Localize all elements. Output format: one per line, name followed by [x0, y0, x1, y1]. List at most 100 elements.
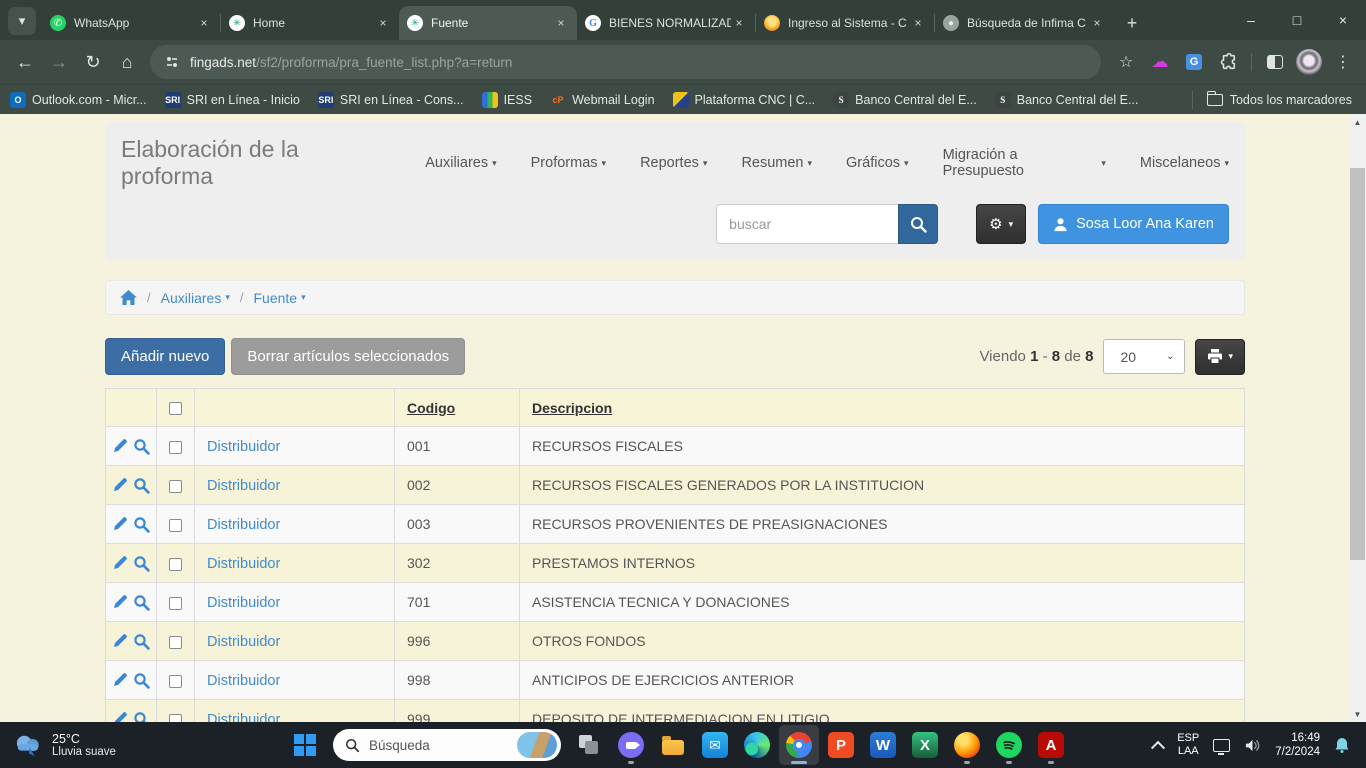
menu-migracion[interactable]: Migración a Presupuesto▾: [943, 147, 1106, 179]
settings-dropdown-button[interactable]: ⚙▾: [976, 204, 1026, 244]
distribuidor-link[interactable]: Distribuidor: [207, 595, 280, 611]
select-all-checkbox[interactable]: [169, 402, 182, 415]
edit-pencil-icon[interactable]: [112, 516, 128, 532]
notifications-bell-icon[interactable]: [1328, 725, 1356, 765]
bookmark-bce-2[interactable]: SBanco Central del E...: [995, 92, 1139, 108]
clock[interactable]: 16:497/2/2024: [1269, 725, 1326, 765]
header-descripcion[interactable]: Descripcion: [520, 389, 1245, 427]
tab-close-icon[interactable]: ×: [731, 15, 747, 31]
bookmark-outlook[interactable]: OOutlook.com - Micr...: [10, 92, 147, 108]
edit-pencil-icon[interactable]: [112, 594, 128, 610]
menu-proformas[interactable]: Proformas▾: [531, 155, 606, 171]
search-button[interactable]: [898, 204, 938, 244]
breadcrumb-auxiliares[interactable]: Auxiliares▾: [161, 290, 230, 306]
view-magnifier-icon[interactable]: [133, 516, 150, 533]
menu-miscelaneos[interactable]: Miscelaneos▾: [1140, 155, 1229, 171]
taskbar-weather-widget[interactable]: 25°C Lluvia suave: [0, 732, 240, 758]
translate-icon[interactable]: G: [1179, 47, 1209, 77]
view-magnifier-icon[interactable]: [133, 711, 150, 723]
forward-icon[interactable]: →: [42, 45, 76, 79]
row-checkbox[interactable]: [169, 519, 182, 532]
tab-close-icon[interactable]: ×: [375, 15, 391, 31]
language-indicator[interactable]: ESPLAA: [1171, 725, 1205, 765]
distribuidor-link[interactable]: Distribuidor: [207, 478, 280, 494]
excel-button[interactable]: X: [905, 725, 945, 765]
tray-chevron-up-icon[interactable]: [1147, 725, 1169, 765]
view-magnifier-icon[interactable]: [133, 477, 150, 494]
reload-icon[interactable]: ↻: [76, 45, 110, 79]
scrollbar-thumb[interactable]: [1350, 168, 1365, 560]
user-button[interactable]: Sosa Loor Ana Karen: [1038, 204, 1229, 244]
distribuidor-link[interactable]: Distribuidor: [207, 517, 280, 533]
bookmark-cnc[interactable]: Plataforma CNC | C...: [673, 92, 816, 108]
site-info-icon[interactable]: [164, 54, 180, 70]
weather-extension-icon[interactable]: ☁: [1145, 47, 1175, 77]
address-bar[interactable]: fingads.net/sf2/proforma/pra_fuente_list…: [150, 45, 1101, 79]
tab-close-icon[interactable]: ×: [553, 15, 569, 31]
add-new-button[interactable]: Añadir nuevo: [105, 338, 225, 375]
page-size-select[interactable]: 20 ⌄: [1103, 339, 1185, 374]
tab-home[interactable]: ✳ Home ×: [221, 6, 399, 40]
edit-pencil-icon[interactable]: [112, 438, 128, 454]
distribuidor-link[interactable]: Distribuidor: [207, 673, 280, 689]
view-magnifier-icon[interactable]: [133, 555, 150, 572]
distribuidor-link[interactable]: Distribuidor: [207, 439, 280, 455]
chat-app-button[interactable]: [611, 725, 651, 765]
row-checkbox[interactable]: [169, 558, 182, 571]
file-explorer-button[interactable]: [653, 725, 693, 765]
tab-busqueda[interactable]: ● Búsqueda de Infima C ×: [935, 6, 1113, 40]
bookmark-sri-inicio[interactable]: SRISRI en Línea - Inicio: [165, 92, 300, 108]
back-icon[interactable]: ←: [8, 45, 42, 79]
bookmark-sri-consultas[interactable]: SRISRI en Línea - Cons...: [318, 92, 464, 108]
profile-avatar[interactable]: [1294, 47, 1324, 77]
extensions-puzzle-icon[interactable]: [1213, 47, 1243, 77]
scroll-up-icon[interactable]: ▲: [1349, 114, 1366, 130]
pdf-xchange-button[interactable]: P: [821, 725, 861, 765]
side-panel-icon[interactable]: [1260, 47, 1290, 77]
bookmark-bce-1[interactable]: SBanco Central del E...: [833, 92, 977, 108]
view-magnifier-icon[interactable]: [133, 594, 150, 611]
edge-button[interactable]: [737, 725, 777, 765]
tab-search-button[interactable]: ▾: [8, 7, 36, 35]
task-view-button[interactable]: [569, 725, 609, 765]
tab-close-icon[interactable]: ×: [196, 15, 212, 31]
menu-reportes[interactable]: Reportes▾: [640, 155, 707, 171]
browser-menu-kebab-icon[interactable]: ⋮: [1328, 47, 1358, 77]
menu-resumen[interactable]: Resumen▾: [741, 155, 812, 171]
mail-app-button[interactable]: ✉: [695, 725, 735, 765]
bookmark-webmail[interactable]: cPWebmail Login: [550, 92, 654, 108]
view-magnifier-icon[interactable]: [133, 633, 150, 650]
home-icon[interactable]: [120, 290, 137, 305]
network-icon[interactable]: [1207, 725, 1236, 765]
spotify-button[interactable]: [989, 725, 1029, 765]
edit-pencil-icon[interactable]: [112, 711, 128, 722]
distribuidor-link[interactable]: Distribuidor: [207, 556, 280, 572]
home-icon[interactable]: ⌂: [110, 45, 144, 79]
tab-ingreso[interactable]: Ingreso al Sistema - C ×: [756, 6, 934, 40]
print-dropdown-button[interactable]: ▾: [1195, 339, 1245, 375]
row-checkbox[interactable]: [169, 675, 182, 688]
page-scrollbar[interactable]: ▲ ▼: [1349, 114, 1366, 722]
start-button[interactable]: [285, 725, 325, 765]
tab-close-icon[interactable]: ×: [1089, 15, 1105, 31]
row-checkbox[interactable]: [169, 480, 182, 493]
edit-pencil-icon[interactable]: [112, 555, 128, 571]
edit-pencil-icon[interactable]: [112, 477, 128, 493]
delete-selected-button[interactable]: Borrar artículos seleccionados: [231, 338, 465, 375]
acrobat-button[interactable]: A: [1031, 725, 1071, 765]
maximize-button[interactable]: □: [1274, 0, 1320, 40]
minimize-button[interactable]: –: [1228, 0, 1274, 40]
tab-close-icon[interactable]: ×: [910, 15, 926, 31]
taskbar-search[interactable]: Búsqueda: [333, 729, 561, 761]
search-input[interactable]: [716, 204, 898, 244]
menu-graficos[interactable]: Gráficos▾: [846, 155, 909, 171]
close-button[interactable]: ×: [1320, 0, 1366, 40]
chrome-button-active[interactable]: [779, 725, 819, 765]
edit-pencil-icon[interactable]: [112, 672, 128, 688]
row-checkbox[interactable]: [169, 714, 182, 722]
edit-pencil-icon[interactable]: [112, 633, 128, 649]
tab-bienes[interactable]: G BIENES NORMALIZAD ×: [577, 6, 755, 40]
distribuidor-link[interactable]: Distribuidor: [207, 634, 280, 650]
row-checkbox[interactable]: [169, 441, 182, 454]
header-codigo[interactable]: Codigo: [395, 389, 520, 427]
